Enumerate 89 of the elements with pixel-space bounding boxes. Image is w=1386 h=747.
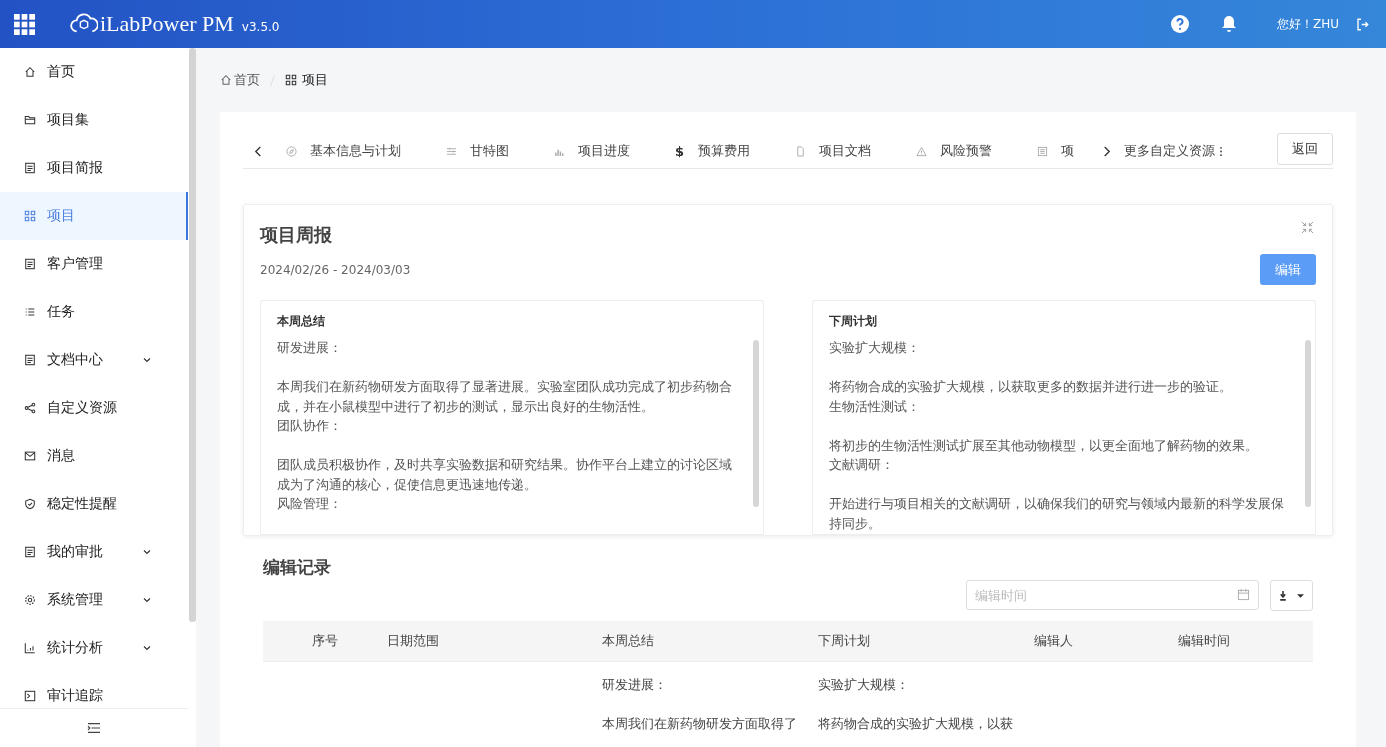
panel-text: 研发进展： xyxy=(277,339,343,357)
more-dots-icon xyxy=(1219,145,1223,157)
report-title: 项目周报 xyxy=(260,223,333,247)
tab[interactable]: 项目文档 xyxy=(795,142,872,160)
grid-icon xyxy=(285,74,297,86)
panel-title: 下周计划 xyxy=(829,313,878,330)
shield-icon xyxy=(24,498,36,510)
sidebar-item[interactable]: 稳定性提醒 xyxy=(0,480,188,528)
sidebar-item[interactable]: 项目简报 xyxy=(0,144,188,192)
panel-scrollbar[interactable] xyxy=(753,340,759,507)
tab[interactable]: 甘特图 xyxy=(446,142,509,160)
date-range: 2024/02/26 - 2024/03/03 xyxy=(260,263,411,277)
column-header: 编辑时间 xyxy=(1178,632,1231,650)
table-cell-text: 研发进展： xyxy=(602,676,668,694)
list-icon xyxy=(24,306,36,318)
sidebar-item[interactable]: 审计追踪 xyxy=(0,672,188,708)
tab[interactable]: 风险预警 xyxy=(916,142,993,160)
panel-text: 生物活性测试： xyxy=(829,397,921,416)
lines-icon xyxy=(446,145,457,157)
panel-text: 实验扩大规模： xyxy=(829,339,921,357)
section-title: 编辑记录 xyxy=(263,556,332,579)
back-button[interactable]: 返回 xyxy=(1277,133,1333,165)
panel-text: 文献调研： xyxy=(829,456,895,474)
app-logo: iLabPower PM xyxy=(100,11,234,37)
column-header: 本周总结 xyxy=(602,632,655,650)
panel-text: 团队成员积极协作，及时共享实验数据和研究结果。协作平台上建立的讨论区域成为了沟通的核心，促使信息更迅速地传递。 xyxy=(277,456,733,494)
breadcrumb-current: 项目 xyxy=(302,71,328,89)
home-icon xyxy=(220,74,232,86)
caret-icon xyxy=(1297,593,1304,598)
table-cell-text: 本周我们在新药物研发方面取得了 xyxy=(602,715,798,733)
cloud-logo-icon xyxy=(70,13,98,35)
tab[interactable]: 基本信息与计划 xyxy=(286,142,401,160)
breadcrumb-link[interactable]: 首页 xyxy=(234,71,260,89)
download-dropdown-button[interactable] xyxy=(1270,580,1313,611)
column-header: 日期范围 xyxy=(387,632,440,650)
sidebar-item[interactable]: 自定义资源 xyxy=(0,384,188,432)
tab[interactable]: 项 xyxy=(1037,142,1075,160)
version-label: v3.5.0 xyxy=(241,20,280,34)
sidebar-item[interactable]: 我的审批 xyxy=(0,528,188,576)
sidebar-item[interactable]: 首页 xyxy=(0,48,188,96)
user-greeting[interactable]: 您好！ZHU xyxy=(1276,15,1339,33)
folder-icon xyxy=(24,114,36,126)
panel-text: 开始进行与项目相关的文献调研，以确保我们的研究与领域内最新的科学发展保持同步。 xyxy=(829,495,1285,533)
compass-icon xyxy=(286,145,297,157)
sidebar-item[interactable]: 项目 xyxy=(0,192,188,240)
dollar-icon: $ xyxy=(675,143,685,159)
mail-icon xyxy=(24,450,36,462)
sidebar-item[interactable]: 客户管理 xyxy=(0,240,188,288)
tab[interactable]: 项目进度 xyxy=(554,142,630,160)
column-header: 序号 xyxy=(311,632,339,650)
sidebar-item[interactable]: 任务 xyxy=(0,288,188,336)
help-icon[interactable] xyxy=(1169,14,1190,34)
panel-text: 风险管理： xyxy=(277,495,343,513)
panel-scrollbar[interactable] xyxy=(1305,340,1311,507)
table-cell-text: 将药物合成的实验扩大规模，以获 xyxy=(818,715,1014,733)
logout-icon[interactable] xyxy=(1355,16,1370,32)
date-picker-field[interactable]: 编辑时间 xyxy=(966,580,1259,610)
sidebar-item[interactable]: 统计分析 xyxy=(0,624,188,672)
panel-text: 将药物合成的实验扩大规模，以获取更多的数据并进行进一步的验证。 xyxy=(829,378,1233,396)
home-icon xyxy=(24,66,36,78)
calendar-icon xyxy=(1237,588,1250,601)
tab[interactable]: $ 预算费用 xyxy=(675,142,751,160)
chart-icon xyxy=(24,642,36,654)
column-header: 下周计划 xyxy=(818,632,871,650)
terminal-icon xyxy=(24,690,36,702)
sidebar-item[interactable]: 项目集 xyxy=(0,96,188,144)
collapse-menu-icon[interactable] xyxy=(87,722,101,734)
download-icon xyxy=(1279,590,1287,601)
sidebar-item[interactable]: 系统管理 xyxy=(0,576,188,624)
more-resources-menu[interactable]: 更多自定义资源 xyxy=(1124,142,1223,160)
table-cell-text: 实验扩大规模： xyxy=(818,676,910,694)
doc-icon xyxy=(1037,145,1049,157)
gear-icon xyxy=(24,594,36,606)
sidebar-scrollbar[interactable] xyxy=(189,48,196,622)
column-header: 编辑人 xyxy=(1034,632,1074,650)
doc-icon xyxy=(24,354,36,366)
sidebar-item[interactable]: 文档中心 xyxy=(0,336,188,384)
warn-icon xyxy=(916,145,928,157)
panel-text: 团队协作： xyxy=(277,417,343,435)
share-icon xyxy=(24,402,36,414)
file-icon xyxy=(795,145,807,157)
panel-text: 本周我们在新药物研发方面取得了显著进展。实验室团队成功完成了初步药物合成，并在小鼠模型中进行了初步的测试，显示出良好的生物活性。 xyxy=(277,378,733,416)
panel-title: 本周总结 xyxy=(277,313,326,330)
sidebar-item[interactable]: 消息 xyxy=(0,432,188,480)
apps-grid-icon[interactable] xyxy=(14,13,35,35)
page-scrollbar[interactable] xyxy=(1365,48,1386,747)
grid-icon xyxy=(24,210,36,222)
panel-text: 将初步的生物活性测试扩展至其他动物模型，以更全面地了解药物的效果。 xyxy=(829,436,1259,455)
collapse-icon[interactable] xyxy=(1301,221,1314,234)
